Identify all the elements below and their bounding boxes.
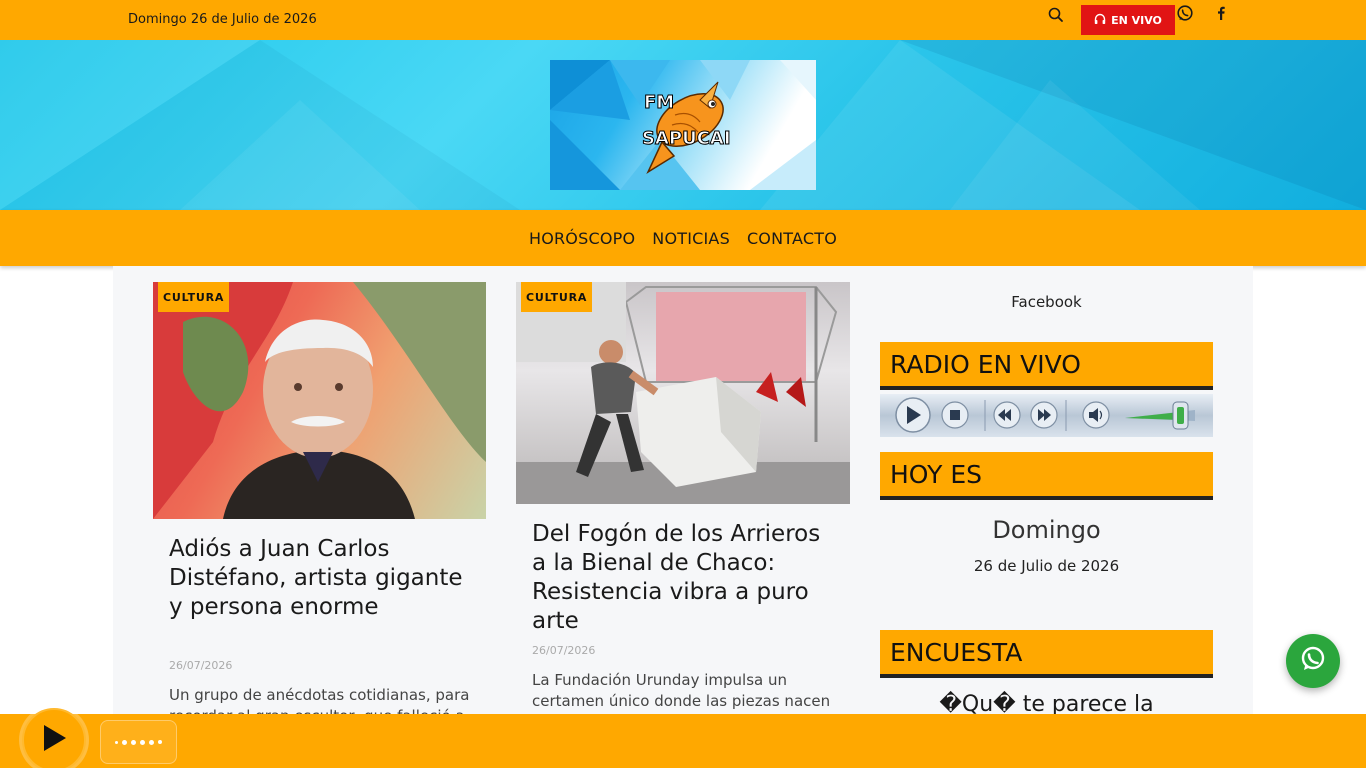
- poll-widget-title: ENCUESTA: [880, 630, 1213, 678]
- article-image[interactable]: [516, 282, 850, 504]
- current-date: Domingo 26 de Julio de 2026: [128, 12, 317, 27]
- eq-dot: [131, 739, 136, 745]
- bottom-play-button[interactable]: [22, 708, 86, 768]
- nav-item-contacto[interactable]: CONTACTO: [747, 229, 837, 248]
- facebook-widget-label[interactable]: Facebook: [880, 293, 1213, 311]
- rewind-icon[interactable]: [993, 401, 1021, 429]
- article-date: 26/07/2026: [169, 659, 233, 672]
- forward-icon[interactable]: [1030, 401, 1058, 429]
- whatsapp-icon[interactable]: [1176, 4, 1194, 22]
- volume-slider[interactable]: [1125, 401, 1195, 430]
- facebook-icon[interactable]: [1214, 4, 1228, 22]
- whatsapp-chat-button[interactable]: [1286, 634, 1340, 688]
- live-button[interactable]: EN VIVO: [1081, 5, 1175, 35]
- play-icon[interactable]: [895, 397, 931, 433]
- play-icon: [39, 722, 69, 758]
- nav-item-horoscopo[interactable]: HORÓSCOPO: [529, 229, 635, 248]
- bottom-player-bar: [0, 714, 1366, 768]
- eq-dot: [158, 740, 162, 744]
- search-icon[interactable]: [1046, 5, 1066, 25]
- today-day: Domingo: [992, 516, 1101, 544]
- radio-widget-title: RADIO EN VIVO: [880, 342, 1213, 390]
- today-date: 26 de Julio de 2026: [973, 557, 1120, 575]
- article-date: 26/07/2026: [532, 644, 596, 657]
- eq-dot: [122, 739, 127, 745]
- article-card[interactable]: CULTURA Del Fogón de los Arrieros a la B…: [516, 282, 850, 722]
- top-bar: Domingo 26 de Julio de 2026 EN VIVO: [0, 0, 1366, 40]
- article-image[interactable]: [153, 282, 486, 519]
- stop-icon[interactable]: [941, 401, 969, 429]
- article-excerpt: La Fundación Urunday impulsa un certamen…: [532, 671, 831, 710]
- nav-item-noticias[interactable]: NOTICIAS: [652, 229, 730, 248]
- site-logo[interactable]: FM SAPUCAI: [550, 60, 816, 190]
- category-badge[interactable]: CULTURA: [158, 282, 230, 312]
- eq-dot: [149, 739, 154, 745]
- article-title[interactable]: Adiós a Juan Carlos Distéfano, artista g…: [169, 535, 469, 622]
- logo-text-fm: FM: [644, 92, 674, 113]
- logo-text-sapucai: SAPUCAI: [642, 128, 731, 149]
- article-card[interactable]: CULTURA Adiós a Juan Carlos Distéfano, a…: [153, 282, 486, 725]
- radio-player: [880, 394, 1213, 437]
- hoy-widget-title: HOY ES: [880, 452, 1213, 500]
- volume-icon[interactable]: [1082, 401, 1110, 429]
- live-button-label: EN VIVO: [1111, 13, 1162, 27]
- eq-dot: [115, 740, 118, 744]
- category-badge[interactable]: CULTURA: [521, 282, 593, 312]
- eq-dot: [140, 739, 145, 745]
- equalizer-indicator: [100, 720, 177, 764]
- main-nav: HORÓSCOPO NOTICIAS CONTACTO: [0, 210, 1366, 266]
- article-title[interactable]: Del Fogón de los Arrieros a la Bienal de…: [532, 520, 832, 636]
- headphones-icon: [1094, 13, 1106, 28]
- whatsapp-icon: [1299, 645, 1327, 677]
